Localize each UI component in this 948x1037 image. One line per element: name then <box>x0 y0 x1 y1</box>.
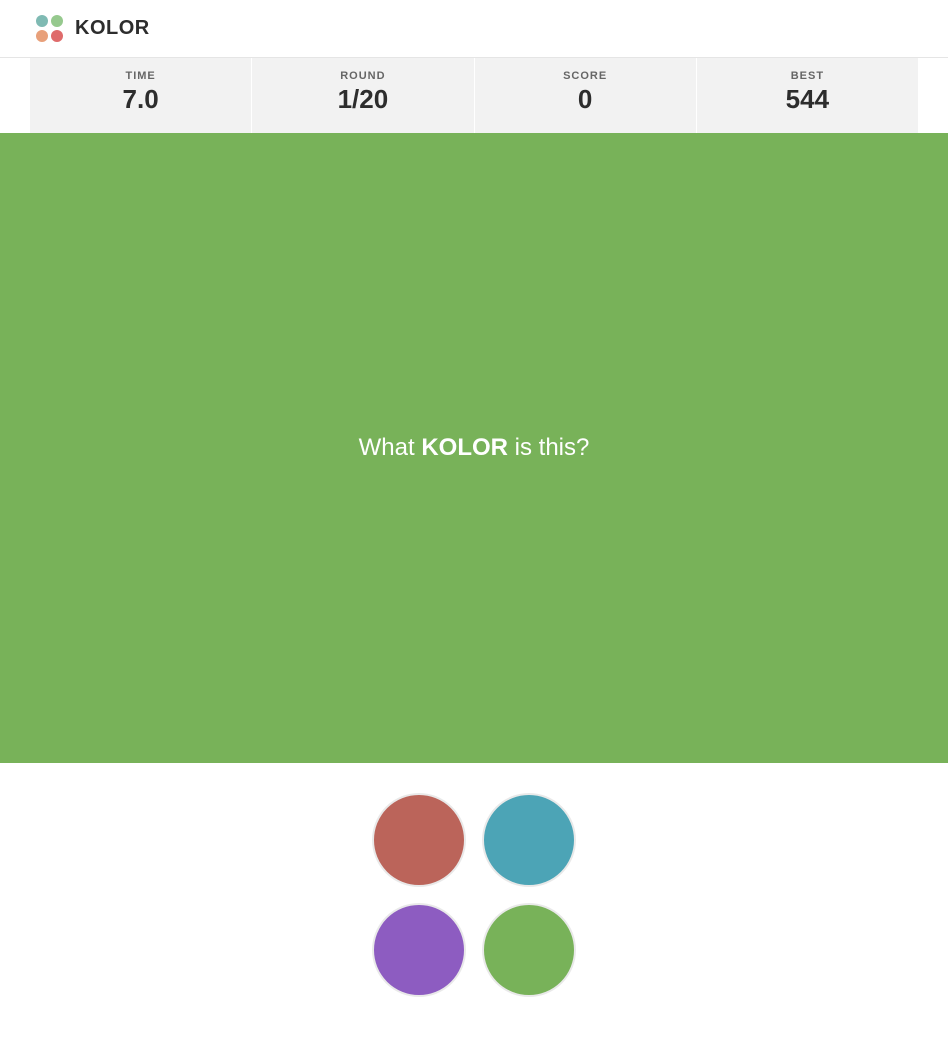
stat-score: SCORE 0 <box>475 58 697 133</box>
stat-best-label: BEST <box>697 70 918 82</box>
choices-area <box>0 763 948 1037</box>
header: KOLOR <box>0 0 948 58</box>
logo-dot-red <box>51 30 63 42</box>
stat-time-value: 7.0 <box>30 84 251 115</box>
stat-score-label: SCORE <box>475 70 696 82</box>
prompt: What KOLOR is this? <box>359 434 590 462</box>
stat-score-value: 0 <box>475 84 696 115</box>
logo-dot-orange <box>36 30 48 42</box>
color-choice-2[interactable] <box>482 793 576 887</box>
prompt-post: is this? <box>508 434 589 461</box>
stat-time-label: TIME <box>30 70 251 82</box>
stat-best-value: 544 <box>697 84 918 115</box>
logo-dot-teal <box>36 15 48 27</box>
brand-name: KOLOR <box>75 17 150 40</box>
target-color-panel: What KOLOR is this? <box>0 133 948 763</box>
stat-best: BEST 544 <box>697 58 918 133</box>
choices-grid <box>372 793 576 997</box>
color-choice-4[interactable] <box>482 903 576 997</box>
logo-dots-icon <box>36 15 63 42</box>
stat-round-value: 1/20 <box>252 84 473 115</box>
color-choice-1[interactable] <box>372 793 466 887</box>
stat-round: ROUND 1/20 <box>252 58 474 133</box>
prompt-pre: What <box>359 434 422 461</box>
logo-dot-green <box>51 15 63 27</box>
stats-bar: TIME 7.0 ROUND 1/20 SCORE 0 BEST 544 <box>0 58 948 133</box>
stat-time: TIME 7.0 <box>30 58 252 133</box>
color-choice-3[interactable] <box>372 903 466 997</box>
stat-round-label: ROUND <box>252 70 473 82</box>
prompt-strong: KOLOR <box>421 434 508 461</box>
